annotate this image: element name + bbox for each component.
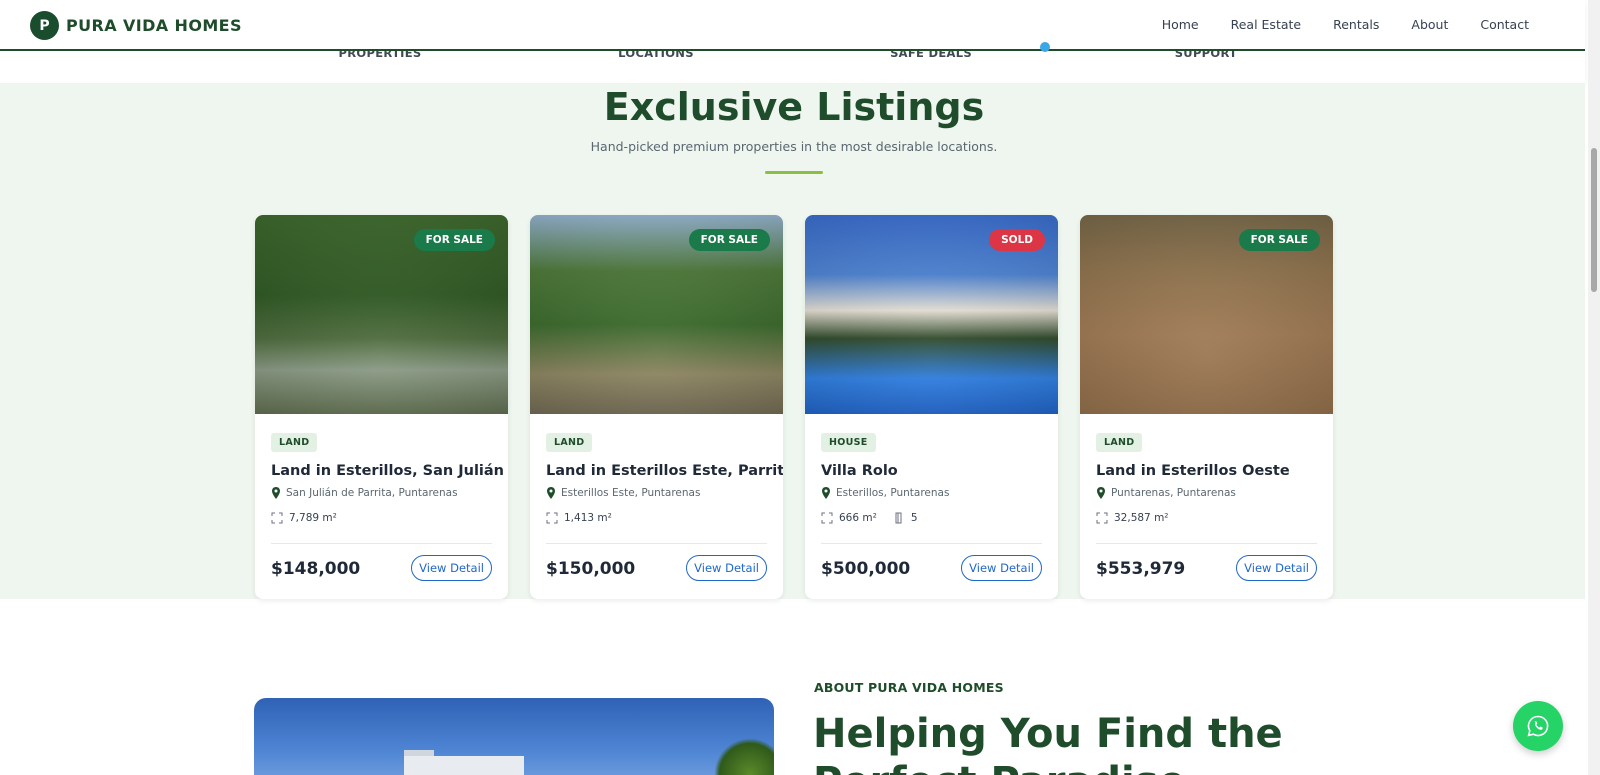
view-detail-button[interactable]: View Detail (1236, 555, 1317, 581)
about-eyebrow: ABOUT PURA VIDA HOMES (814, 680, 1004, 695)
listing-features: 32,587 m² (1096, 512, 1317, 524)
status-badge: FOR SALE (413, 229, 495, 251)
listing-image[interactable]: FOR SALE (530, 215, 783, 414)
location-text: Esterillos, Puntarenas (836, 487, 950, 499)
status-badge: FOR SALE (1238, 229, 1320, 251)
about-heading: Helping You Find the Perfect Paradise (813, 711, 1283, 775)
property-type-tag: LAND (546, 433, 593, 452)
status-badge: FOR SALE (688, 229, 770, 251)
listing-image[interactable]: FOR SALE (1080, 215, 1333, 414)
listing-price: $150,000 (546, 559, 636, 579)
nav-rentals[interactable]: Rentals (1333, 17, 1379, 32)
area-value: 1,413 m² (564, 512, 612, 524)
listing-price: $553,979 (1096, 559, 1186, 579)
nav-about[interactable]: About (1411, 17, 1448, 32)
map-pin-icon (547, 487, 555, 499)
location-text: Esterillos Este, Puntarenas (561, 487, 701, 499)
property-type-tag: LAND (271, 433, 318, 452)
indicator-dot (1040, 42, 1050, 52)
nav-real-estate[interactable]: Real Estate (1231, 17, 1301, 32)
listing-title[interactable]: Land in Esterillos Oeste (1096, 463, 1317, 479)
view-detail-button[interactable]: View Detail (961, 555, 1042, 581)
logo-badge: P (30, 11, 59, 40)
listing-location: San Julián de Parrita, Puntarenas (271, 487, 492, 499)
bath-feature: 5 (893, 512, 918, 524)
listing-card[interactable]: SOLD HOUSE Villa Rolo Esterillos, Puntar… (805, 215, 1058, 599)
about-image (254, 698, 774, 775)
scrollbar-thumb[interactable] (1591, 148, 1597, 292)
view-detail-button[interactable]: View Detail (411, 555, 492, 581)
listing-card[interactable]: FOR SALE LAND Land in Esterillos, San Ju… (255, 215, 508, 599)
location-text: Puntarenas, Puntarenas (1111, 487, 1236, 499)
nav-home[interactable]: Home (1162, 17, 1199, 32)
property-type-tag: LAND (1096, 433, 1143, 452)
scrollbar[interactable] (1588, 0, 1600, 775)
location-text: San Julián de Parrita, Puntarenas (286, 487, 458, 499)
section-divider (765, 171, 823, 174)
listing-card[interactable]: FOR SALE LAND Land in Esterillos Oeste P… (1080, 215, 1333, 599)
section-subtitle: Hand-picked premium properties in the mo… (590, 139, 998, 154)
property-type-tag: HOUSE (821, 433, 876, 452)
listing-image[interactable]: FOR SALE (255, 215, 508, 414)
view-detail-button[interactable]: View Detail (686, 555, 767, 581)
expand-icon (271, 512, 283, 524)
listing-features: 7,789 m² (271, 512, 492, 524)
nav-contact[interactable]: Contact (1480, 17, 1529, 32)
bath-value: 5 (910, 512, 918, 524)
expand-icon (546, 512, 558, 524)
listing-price: $148,000 (271, 559, 361, 579)
area-feature: 1,413 m² (546, 512, 612, 524)
listing-card[interactable]: FOR SALE LAND Land in Esterillos Este, P… (530, 215, 783, 599)
section-title: Exclusive Listings (603, 85, 985, 129)
card-divider (1096, 543, 1317, 544)
listing-features: 666 m² 5 (821, 512, 1042, 524)
card-divider (821, 543, 1042, 544)
area-value: 32,587 m² (1114, 512, 1169, 524)
logo[interactable]: P PURA VIDA HOMES (30, 11, 242, 40)
site-header: P PURA VIDA HOMES Home Real Estate Renta… (0, 0, 1585, 51)
listing-location: Esterillos Este, Puntarenas (546, 487, 767, 499)
area-feature: 7,789 m² (271, 512, 337, 524)
area-feature: 32,587 m² (1096, 512, 1169, 524)
listing-title[interactable]: Land in Esterillos, San Julián (271, 463, 504, 479)
bath-icon (895, 512, 902, 524)
listing-location: Esterillos, Puntarenas (821, 487, 1042, 499)
area-value: 7,789 m² (289, 512, 337, 524)
listing-price: $500,000 (821, 559, 911, 579)
listing-image[interactable]: SOLD (805, 215, 1058, 414)
expand-icon (1096, 512, 1108, 524)
map-pin-icon (822, 487, 830, 499)
whatsapp-icon (1527, 715, 1549, 737)
map-pin-icon (272, 487, 280, 499)
area-feature: 666 m² (821, 512, 877, 524)
listing-location: Puntarenas, Puntarenas (1096, 487, 1317, 499)
listing-title[interactable]: Villa Rolo (821, 463, 1042, 479)
listings-section: Exclusive Listings Hand-picked premium p… (0, 83, 1585, 599)
card-divider (271, 543, 492, 544)
area-value: 666 m² (839, 512, 877, 524)
logo-text: PURA VIDA HOMES (66, 16, 242, 35)
listing-title[interactable]: Land in Esterillos Este, Parrita (546, 463, 783, 479)
main-nav: Home Real Estate Rentals About Contact (1162, 17, 1529, 32)
expand-icon (821, 512, 833, 524)
whatsapp-button[interactable] (1513, 701, 1563, 751)
card-divider (546, 543, 767, 544)
map-pin-icon (1097, 487, 1105, 499)
listing-features: 1,413 m² (546, 512, 767, 524)
status-badge: SOLD (989, 229, 1045, 251)
